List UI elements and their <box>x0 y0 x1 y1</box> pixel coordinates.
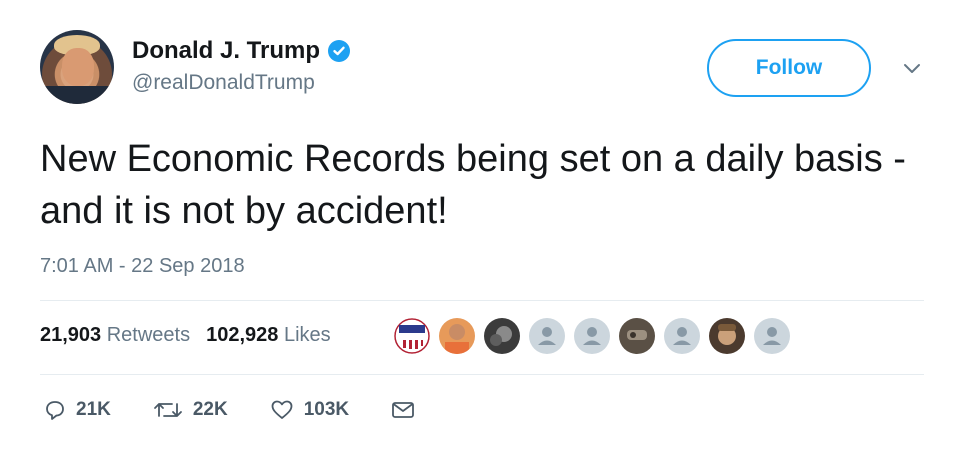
retweets-stat[interactable]: 21,903 Retweets <box>40 324 190 347</box>
direct-message-action[interactable] <box>391 400 415 420</box>
author-block: Donald J. Trump @realDonaldTrump <box>132 37 351 95</box>
default-avatar-icon[interactable] <box>664 318 700 354</box>
likes-label: Likes <box>283 324 331 346</box>
retweet-count: 22K <box>192 399 228 420</box>
engagement-stats: 21,903 Retweets 102,928 Likes <box>40 324 331 347</box>
retweet-action[interactable]: 22K <box>153 399 228 421</box>
author-avatar[interactable] <box>40 30 114 104</box>
follow-button[interactable]: Follow <box>707 39 871 97</box>
default-avatar-icon[interactable] <box>529 318 565 354</box>
likes-count: 102,928 <box>206 324 279 346</box>
like-count: 103K <box>303 399 350 420</box>
reply-count: 21K <box>76 399 111 420</box>
reply-action[interactable]: 21K <box>44 399 111 421</box>
default-avatar-icon[interactable] <box>754 318 790 354</box>
tweet-timestamp[interactable]: 7:01 AM - 22 Sep 2018 <box>40 255 245 278</box>
default-avatar-icon[interactable] <box>574 318 610 354</box>
liker-avatar[interactable] <box>619 318 655 354</box>
divider <box>40 300 924 301</box>
reply-icon <box>46 401 64 420</box>
liker-avatar[interactable] <box>439 318 475 354</box>
like-action[interactable]: 103K <box>270 399 349 421</box>
author-handle[interactable]: @realDonaldTrump <box>132 71 350 95</box>
retweets-count: 21,903 <box>40 324 102 346</box>
divider <box>40 374 924 375</box>
liker-avatar[interactable] <box>709 318 745 354</box>
likes-stat[interactable]: 102,928 Likes <box>206 324 331 347</box>
heart-icon <box>271 400 293 419</box>
liker-avatar[interactable] <box>484 318 520 354</box>
envelope-icon <box>392 402 415 418</box>
tweet-text: New Economic Records being set on a dail… <box>40 138 906 232</box>
verified-badge-icon <box>328 40 351 62</box>
tweet-action-bar: 21K 22K 103K <box>44 399 457 421</box>
chevron-down-icon[interactable] <box>900 58 924 78</box>
liker-avatars <box>394 318 790 354</box>
retweet-icon <box>153 403 182 417</box>
author-display-name[interactable]: Donald J. Trump <box>132 37 320 65</box>
liker-avatar[interactable] <box>394 318 430 354</box>
retweets-label: Retweets <box>106 324 191 346</box>
author-name-row[interactable]: Donald J. Trump <box>132 37 351 65</box>
